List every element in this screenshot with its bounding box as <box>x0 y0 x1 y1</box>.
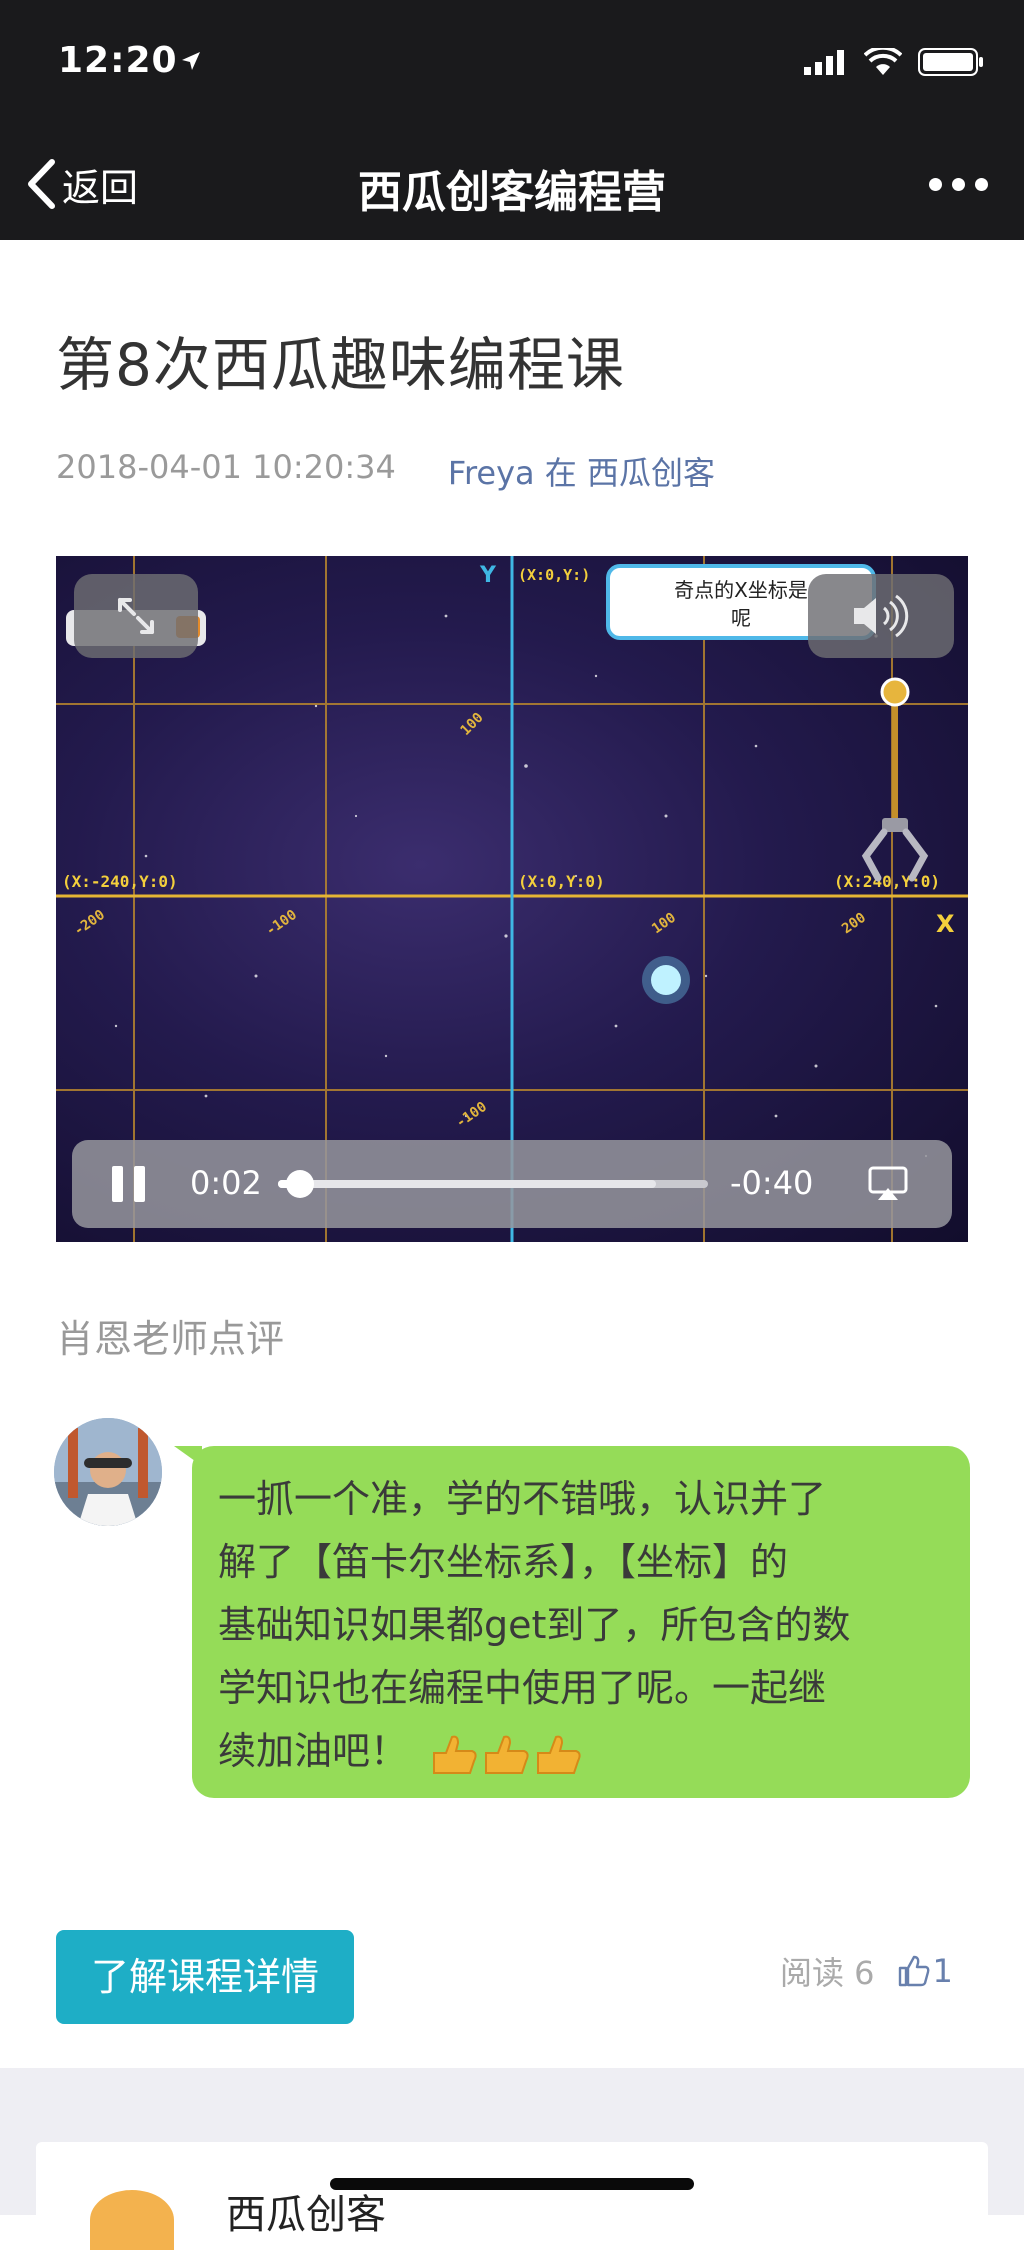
more-dots-icon <box>929 178 942 191</box>
comment-section-label: 肖恩老师点评 <box>56 1317 285 1361</box>
article-title: 第8次西瓜趣味编程课 <box>56 331 625 399</box>
status-bar: 12:20 <box>0 0 1024 128</box>
video-controls: 0:02 -0:40 <box>72 1140 952 1228</box>
coord-label-top: (X:0,Y:) <box>518 566 590 584</box>
pause-icon <box>112 1166 123 1202</box>
home-indicator[interactable] <box>330 2178 694 2190</box>
tick-100-top: 100 <box>458 710 487 739</box>
comment-line-4: 学知识也在编程中使用了呢。一起继 <box>218 1666 827 1710</box>
comment-bubble: 一抓一个准，学的不错哦，认识并了 解了【笛卡尔坐标系】，【坐标】的 基础知识如果… <box>192 1446 970 1798</box>
tick-minus-200: -200 <box>71 907 108 939</box>
claw-icon <box>861 677 929 882</box>
coord-label-right: (X:240,Y:0) <box>834 872 940 891</box>
comment-line-3: 基础知识如果都get到了，所包含的数 <box>218 1603 851 1647</box>
airplay-button[interactable] <box>868 1166 908 1206</box>
expand-icon <box>118 598 154 634</box>
battery-icon <box>918 48 983 76</box>
signal-icon <box>804 50 844 75</box>
thumbs-up-emoji-icon <box>433 1735 581 1774</box>
tick-minus-100: -100 <box>263 907 300 939</box>
x-axis-label: X <box>936 910 955 938</box>
progress-buffered <box>278 1180 657 1188</box>
tick-100: 100 <box>649 910 679 938</box>
account-name: 西瓜创客 <box>226 2192 386 2238</box>
article-meta: 2018-04-01 10:20:34 Freya 在 西瓜创客 <box>56 448 715 494</box>
more-button[interactable] <box>929 178 988 191</box>
comment-line-1: 一抓一个准，学的不错哦，认识并了 <box>218 1477 827 1521</box>
account-logo-icon <box>90 2190 174 2250</box>
comment-line-5-wrap: 续加油吧！ <box>218 1720 940 1783</box>
progress-knob[interactable] <box>285 1170 314 1198</box>
publish-datetime: 2018-04-01 10:20:34 <box>56 448 396 486</box>
status-time: 12:20 <box>58 40 178 81</box>
comment-line-2: 解了【笛卡尔坐标系】，【坐标】的 <box>218 1540 789 1584</box>
read-count: 阅读 6 <box>780 1954 875 1992</box>
nav-title: 西瓜创客编程营 <box>358 167 666 218</box>
airplay-icon <box>868 1166 908 1200</box>
thumbs-up-icon <box>898 1955 929 1987</box>
wifi-icon <box>864 48 902 75</box>
fullscreen-button[interactable] <box>74 574 198 658</box>
location-arrow-icon <box>182 52 200 70</box>
coord-label-left: (X:-240,Y:0) <box>62 872 178 891</box>
video-player[interactable]: Y X (X:0,Y:) (X:-240,Y:0) (X:0,Y:0) (X:2… <box>56 556 968 1242</box>
comment-line-5: 续加油吧！ <box>218 1729 409 1773</box>
remaining-time: -0:40 <box>730 1164 814 1202</box>
y-axis-label: Y <box>479 563 497 588</box>
pause-button[interactable] <box>112 1166 148 1202</box>
read-stats: 阅读 6 1 <box>780 1948 953 1994</box>
progress-slider[interactable] <box>278 1170 708 1198</box>
tick-200: 200 <box>839 910 869 938</box>
navigation-bar: 返回 西瓜创客编程营 <box>0 128 1024 240</box>
teacher-avatar[interactable] <box>54 1418 162 1526</box>
tick-minus-100-bottom: -100 <box>453 1099 490 1131</box>
course-details-button[interactable]: 了解课程详情 <box>56 1930 354 2024</box>
current-time: 0:02 <box>190 1164 262 1202</box>
like-button[interactable]: 1 <box>897 1952 953 1990</box>
like-count: 1 <box>932 1952 953 1990</box>
speaker-icon <box>854 594 909 638</box>
author-link[interactable]: Freya 在 西瓜创客 <box>448 448 715 494</box>
coord-label-center: (X:0,Y:0) <box>518 872 605 891</box>
volume-button[interactable] <box>808 574 954 658</box>
